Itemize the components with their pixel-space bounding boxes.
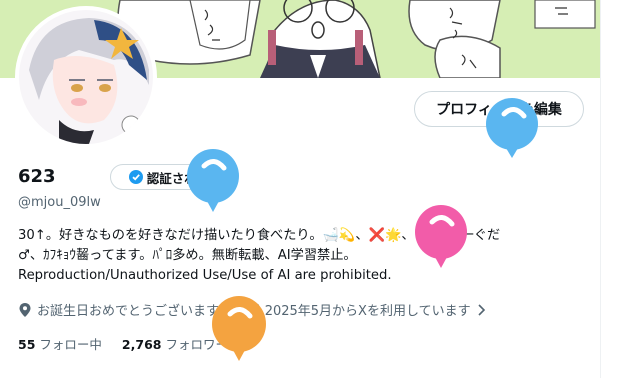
bio-line: Reproduction/Unauthorized Use/Use of AI … xyxy=(18,268,392,283)
birthday-item: お誕生日おめでとうございます。 xyxy=(18,300,231,319)
following-link[interactable]: 55 フォロー中 xyxy=(18,334,102,353)
birthday-text: お誕生日おめでとうございます。 xyxy=(37,304,231,319)
location-pin-icon xyxy=(19,302,31,317)
balloon-blue-icon xyxy=(486,98,538,158)
user-handle: @mjou_09lw xyxy=(18,195,101,210)
chevron-right-icon xyxy=(478,303,485,316)
balloon-blue-icon xyxy=(187,149,239,212)
following-label: フォロー中 xyxy=(39,337,102,352)
profile-page: プロフィールを編集 623 認証される @mjou_09lw 30↑。好きなもの… xyxy=(0,0,600,378)
joined-text: 2025年5月からXを利用しています xyxy=(264,304,471,319)
bio-line: ♂、ｶﾌｷｮｳ齧ってます。ﾊﾟﾛ多め。無断転載、AI学習禁止。 xyxy=(18,248,357,263)
followers-count: 2,768 xyxy=(121,337,162,352)
avatar-illustration xyxy=(19,10,153,144)
joined-item[interactable]: 2025年5月からXを利用しています xyxy=(245,300,486,319)
bio-line: 30↑。好きなものを好きなだけ描いたり食べたり。🛁💫、❌🌟、🔦🧡、一ぐだ xyxy=(18,228,501,243)
display-name: 623 xyxy=(18,166,56,187)
verified-check-icon xyxy=(128,170,143,184)
balloon-pink-icon xyxy=(415,205,467,268)
profile-bio: 30↑。好きなものを好きなだけ描いたり食べたり。🛁💫、❌🌟、🔦🧡、一ぐだ ♂、ｶ… xyxy=(18,226,593,286)
balloon-orange-icon xyxy=(212,296,266,361)
scrollbar[interactable] xyxy=(600,0,620,378)
following-count: 55 xyxy=(18,337,36,352)
avatar[interactable] xyxy=(15,6,157,148)
follow-stats: 55 フォロー中 2,768 フォロワー xyxy=(18,334,228,353)
